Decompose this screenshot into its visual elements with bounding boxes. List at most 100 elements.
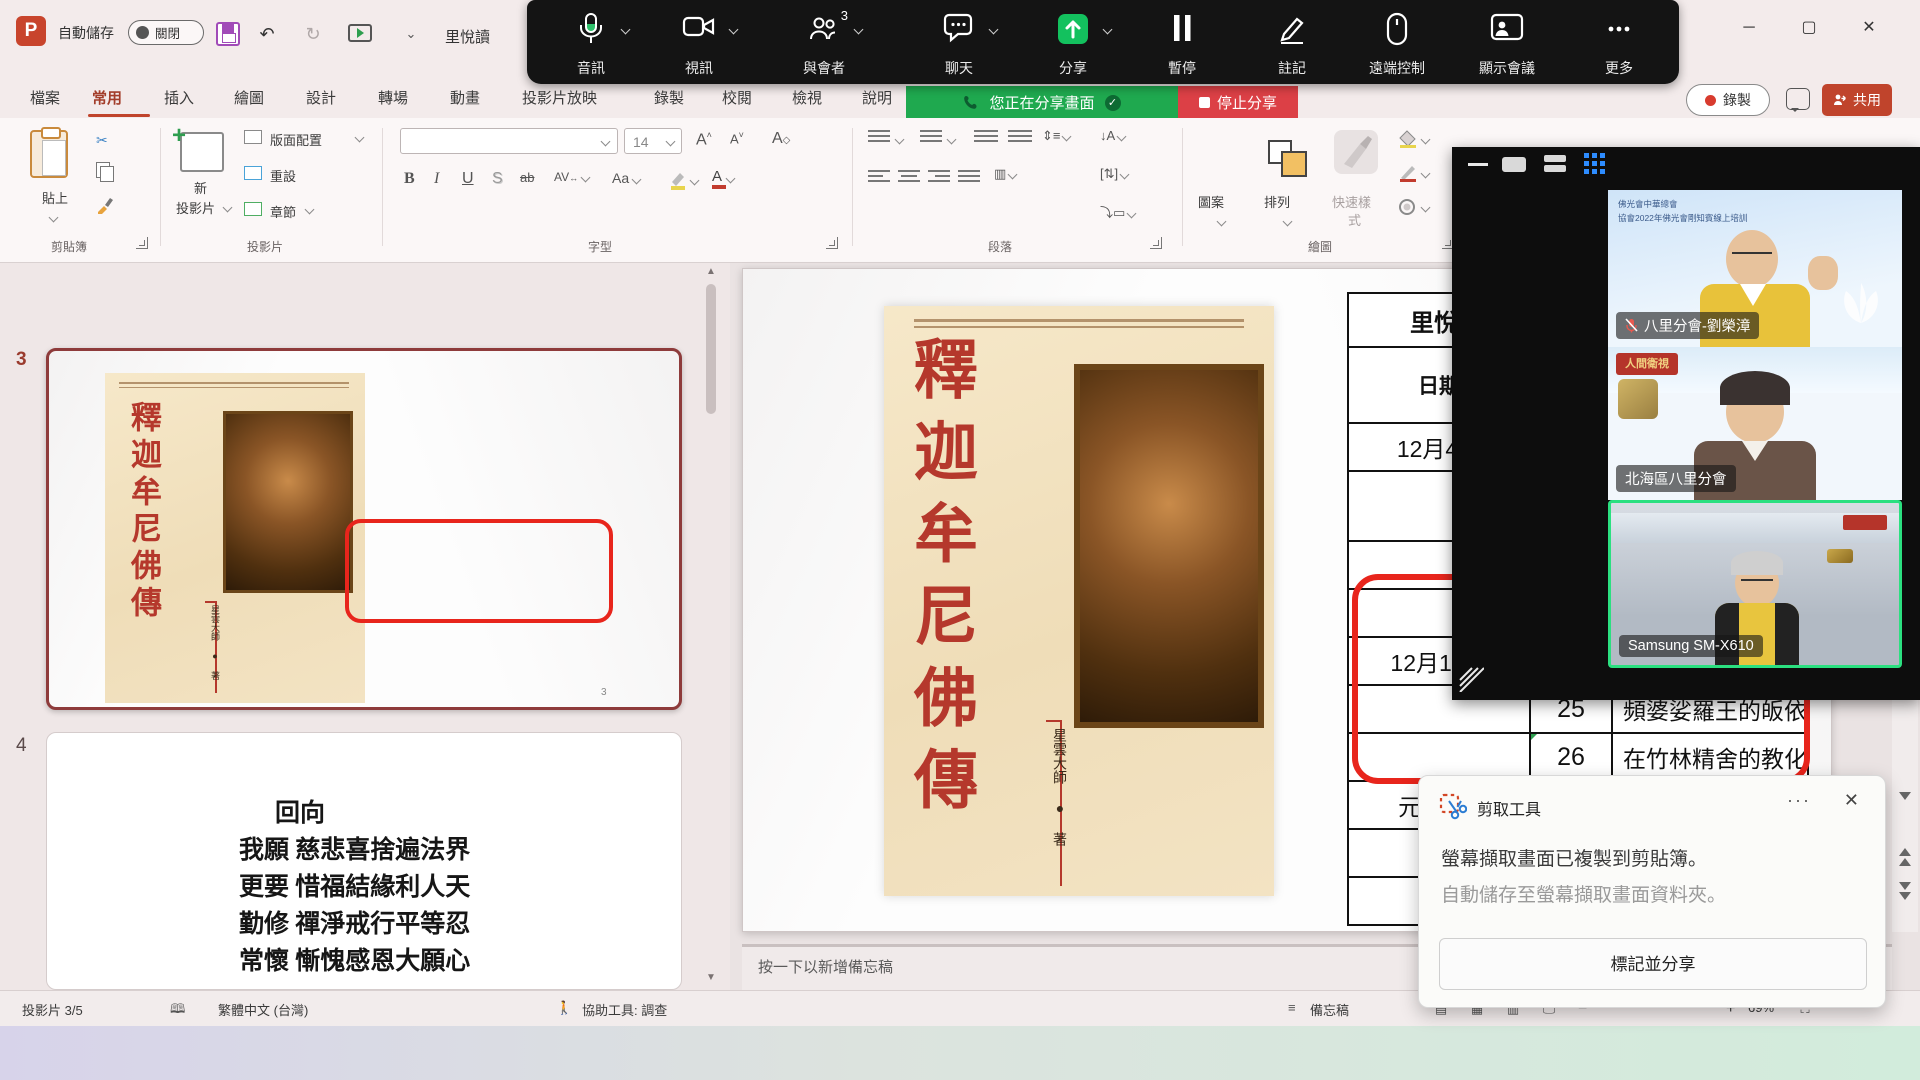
grow-font-icon[interactable]: A˄ <box>696 130 712 149</box>
zoom-pause-button[interactable]: 暫停 <box>1134 8 1230 80</box>
columns-icon[interactable]: ▥ <box>994 166 1016 182</box>
numbering-chevron[interactable] <box>947 135 957 145</box>
text-direction-icon[interactable]: ↓A <box>1100 128 1125 143</box>
redo-icon[interactable]: ↻ <box>298 20 328 48</box>
zoom-show-meeting-button[interactable]: 顯示會議 <box>1459 8 1555 80</box>
justify-icon[interactable] <box>958 170 980 182</box>
audio-chevron-icon[interactable] <box>621 25 631 35</box>
video-tile-3[interactable]: Samsung SM-X610 <box>1608 500 1902 668</box>
paste-button[interactable]: 貼上 <box>24 126 84 236</box>
tab-view[interactable]: 檢視 <box>786 84 828 114</box>
video-tile-1[interactable]: 佛光會中華總會 協會2022年佛光會剛知賓線上培訓 八里分會-劉榮漳 <box>1608 190 1902 347</box>
tab-home[interactable]: 常用 <box>86 84 128 114</box>
character-spacing-icon[interactable]: A︎V↔ <box>554 170 589 184</box>
tab-file[interactable]: 檔案 <box>24 84 66 114</box>
language-indicator[interactable]: 繁體中文 (台灣) <box>218 1000 308 1019</box>
bullets-chevron[interactable] <box>895 135 905 145</box>
zoom-participants-button[interactable]: 3 與會者 <box>776 8 872 80</box>
cut-icon[interactable]: ✂ <box>96 132 108 149</box>
format-painter-icon[interactable] <box>96 196 114 219</box>
convert-smartart-icon[interactable]: ⤵▭ <box>1100 202 1135 221</box>
video-tile-2[interactable]: 人間衛視 北海區八里分會 <box>1608 347 1902 500</box>
copy-icon[interactable] <box>96 162 110 178</box>
close-button[interactable]: ✕ <box>1841 0 1897 56</box>
change-case-icon[interactable]: Aa <box>612 170 640 186</box>
video-chevron-icon[interactable] <box>729 25 739 35</box>
zoom-video-button[interactable]: 視訊 <box>651 8 747 80</box>
font-size-combobox[interactable]: 14 <box>624 128 682 154</box>
slideshow-icon[interactable] <box>348 24 372 42</box>
clear-formatting-icon[interactable]: A◇ <box>772 130 790 148</box>
tab-transitions[interactable]: 轉場 <box>372 84 414 114</box>
align-center-icon[interactable] <box>898 170 920 182</box>
new-slide-button[interactable]: 新 投影片 <box>172 126 232 238</box>
next-slide-icon[interactable] <box>1899 882 1911 890</box>
share-document-button[interactable]: 共用 <box>1822 84 1892 116</box>
shape-outline-icon[interactable] <box>1398 164 1418 187</box>
bullets-icon[interactable] <box>868 130 890 142</box>
markup-share-button[interactable]: 標記並分享 <box>1439 938 1867 990</box>
tab-record[interactable]: 錄製 <box>648 84 690 114</box>
undo-icon[interactable]: ↶ <box>252 20 282 48</box>
qat-customize-icon[interactable]: ⌄ <box>396 20 426 48</box>
zoom-more-button[interactable]: 更多 <box>1571 8 1667 80</box>
highlight-color-icon[interactable] <box>668 170 688 195</box>
accessibility-status[interactable]: 協助工具: 調查 <box>582 1000 667 1019</box>
minimize-button[interactable]: ─ <box>1721 0 1777 56</box>
quick-styles-button[interactable]: 快速樣 式 <box>1328 126 1386 238</box>
shapes-button[interactable]: 圖案 <box>1196 126 1254 238</box>
shrink-font-icon[interactable]: A˅ <box>730 130 744 146</box>
panel-grid-icon[interactable] <box>1584 153 1605 174</box>
font-color-icon[interactable]: A <box>712 168 722 185</box>
italic-icon[interactable]: I <box>434 170 439 188</box>
slide-3-thumbnail[interactable]: 釋迦牟尼佛傳 星雲大師 ● 著 里悅讀書會十二、元月讀書計劃日期進度章節內容12… <box>46 348 682 710</box>
proofing-icon[interactable]: 🕮 <box>170 1000 185 1022</box>
underline-icon[interactable]: U <box>462 170 474 188</box>
panel-view-icon[interactable] <box>1502 157 1526 172</box>
comments-icon[interactable] <box>1786 88 1810 110</box>
notes-toggle[interactable]: 備忘稿 <box>1310 1000 1349 1019</box>
scroll-down-icon[interactable]: ▼ <box>706 972 716 983</box>
tab-draw[interactable]: 繪圖 <box>228 84 270 114</box>
powerpoint-app-icon[interactable]: P <box>16 16 46 46</box>
slide-position[interactable]: 投影片 3/5 <box>22 1000 83 1019</box>
zoom-chat-button[interactable]: 聊天 <box>911 8 1007 80</box>
panel-resize-handle[interactable] <box>1458 666 1484 692</box>
tab-review[interactable]: 校閱 <box>716 84 758 114</box>
tab-animations[interactable]: 動畫 <box>444 84 486 114</box>
chat-chevron-icon[interactable] <box>989 25 999 35</box>
participants-chevron-icon[interactable] <box>854 25 864 35</box>
autosave-toggle[interactable]: 關閉 <box>128 20 204 45</box>
record-button[interactable]: 錄製 <box>1686 84 1770 116</box>
zoom-remote-control-button[interactable]: 遠端控制 <box>1349 8 1445 80</box>
restore-button[interactable]: ▢ <box>1781 0 1837 56</box>
tab-help[interactable]: 說明 <box>856 84 898 114</box>
panel-layout-icon[interactable] <box>1544 155 1566 172</box>
scrollbar-thumb[interactable] <box>706 284 716 414</box>
clipboard-dialog-launcher[interactable] <box>136 237 148 249</box>
snip-notification[interactable]: 剪取工具 ··· ✕ 螢幕擷取畫面已複製到剪貼簿。 自動儲存至螢幕擷取畫面資料夾… <box>1418 775 1886 1008</box>
font-name-combobox[interactable] <box>400 128 618 154</box>
align-text-icon[interactable]: [⇅] <box>1100 166 1128 182</box>
font-dialog-launcher[interactable] <box>826 237 838 249</box>
bold-icon[interactable]: B <box>404 170 415 188</box>
numbering-icon[interactable] <box>920 130 942 142</box>
scroll-up-icon[interactable]: ▲ <box>706 266 716 277</box>
decrease-indent-icon[interactable] <box>974 130 998 142</box>
stop-share-button[interactable]: 停止分享 <box>1178 86 1298 119</box>
tab-insert[interactable]: 插入 <box>158 84 200 114</box>
shape-effects-icon[interactable] <box>1398 198 1418 221</box>
increase-indent-icon[interactable] <box>1008 130 1032 142</box>
notification-close-icon[interactable]: ✕ <box>1844 790 1859 811</box>
zoom-share-button[interactable]: 分享 <box>1025 8 1121 80</box>
zoom-audio-button[interactable]: 音訊 <box>543 8 639 80</box>
slide-4-thumbnail[interactable]: 回向 我願 慈悲喜捨遍法界 更要 惜福結緣利人天 勤修 禪淨戒行平等忍 常懷 慚… <box>46 732 682 990</box>
align-right-icon[interactable] <box>928 170 950 182</box>
share-chevron-icon[interactable] <box>1103 25 1113 35</box>
arrange-button[interactable]: 排列 <box>1262 126 1318 238</box>
notification-more-icon[interactable]: ··· <box>1787 790 1811 811</box>
zoom-annotate-button[interactable]: 註記 <box>1244 8 1340 80</box>
thumbnail-scrollbar[interactable]: ▲ ▼ <box>704 266 718 988</box>
previous-slide-icon[interactable] <box>1899 848 1911 856</box>
paragraph-dialog-launcher[interactable] <box>1150 237 1162 249</box>
